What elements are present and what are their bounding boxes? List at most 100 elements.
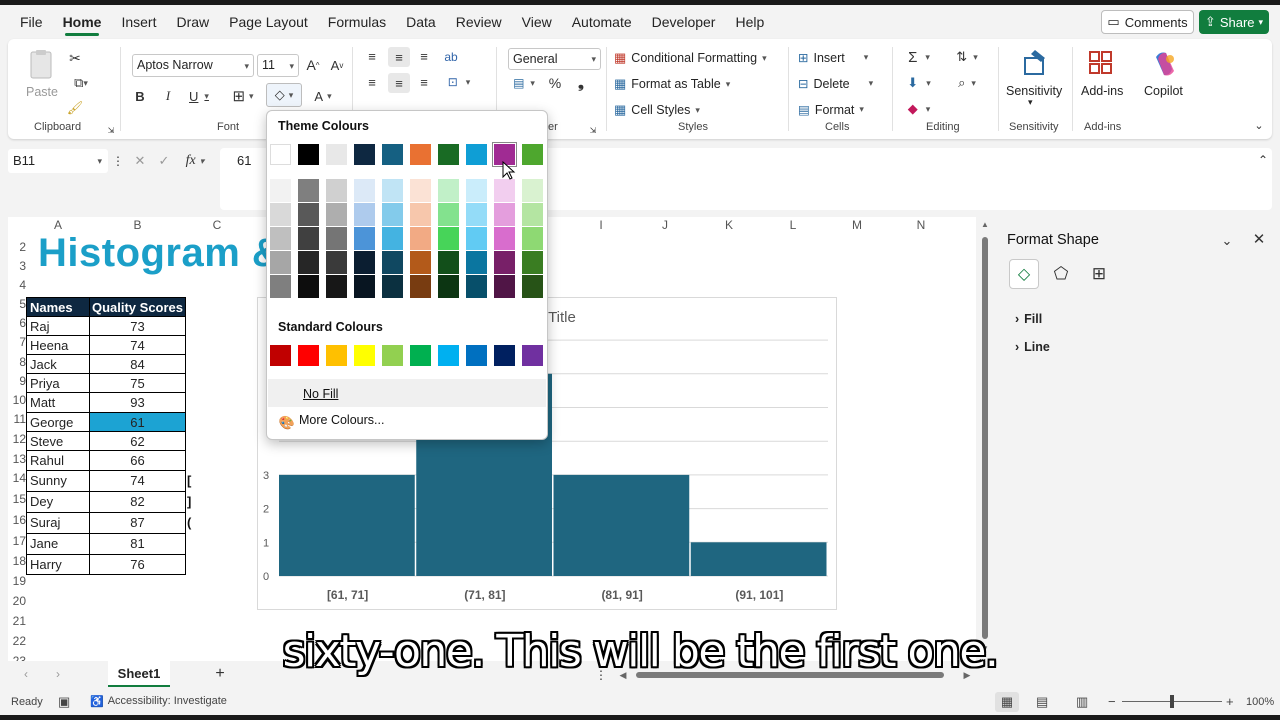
table-name-cell[interactable]: Rahul <box>26 450 90 471</box>
cancel-icon[interactable]: ✕ <box>132 153 148 169</box>
table-score-cell[interactable]: 62 <box>89 431 186 451</box>
col-c-fragment[interactable]: [ <box>187 473 191 488</box>
delete-cells-button[interactable]: ⊟ Delete ▾ <box>798 76 873 92</box>
bold-icon[interactable]: B <box>132 87 148 105</box>
sensitivity-dropdown-icon[interactable]: ▾ <box>1028 97 1033 108</box>
line-section-toggle[interactable]: › Line <box>1015 340 1050 354</box>
row-header[interactable]: 11 <box>8 412 26 426</box>
row-header[interactable]: 6 <box>8 316 26 330</box>
theme-shade-swatch[interactable] <box>354 179 375 202</box>
comments-button[interactable]: ▭ Comments <box>1101 10 1194 34</box>
align-right-icon[interactable]: ≡ <box>416 75 432 90</box>
theme-shade-swatch[interactable] <box>326 251 347 274</box>
theme-shade-swatch[interactable] <box>354 227 375 250</box>
merge-center-icon[interactable]: ⊡ ▾ <box>440 75 478 89</box>
scroll-up-icon[interactable]: ▲ <box>980 219 990 229</box>
row-header[interactable]: 14 <box>8 471 26 485</box>
theme-shade-swatch[interactable] <box>494 227 515 250</box>
row-header[interactable]: 19 <box>8 574 26 588</box>
theme-shade-swatch[interactable] <box>354 203 375 226</box>
row-header[interactable]: 15 <box>8 492 26 506</box>
table-score-cell[interactable]: 87 <box>89 512 186 534</box>
align-top-icon[interactable]: ≡ <box>364 49 380 64</box>
standard-colour-swatch[interactable] <box>438 345 459 366</box>
sensitivity-icon[interactable] <box>1020 47 1050 79</box>
theme-colour-swatch[interactable] <box>466 144 487 165</box>
theme-shade-swatch[interactable] <box>382 179 403 202</box>
conditional-formatting-button[interactable]: ▦ Conditional Formatting ▾ <box>614 50 767 66</box>
table-score-cell[interactable]: 74 <box>89 470 186 492</box>
histogram-bar[interactable] <box>279 474 415 576</box>
theme-shade-swatch[interactable] <box>270 275 291 298</box>
insert-function-icon[interactable]: fx ▾ <box>180 153 210 169</box>
theme-shade-swatch[interactable] <box>522 179 543 202</box>
column-header-k[interactable]: K <box>698 217 760 233</box>
row-header[interactable]: 3 <box>8 259 26 273</box>
theme-shade-swatch[interactable] <box>270 179 291 202</box>
zoom-slider-thumb[interactable] <box>1170 695 1174 708</box>
table-name-cell[interactable]: Harry <box>26 554 90 575</box>
autosum-icon[interactable]: Σ ▾ <box>902 48 936 66</box>
tab-developer[interactable]: Developer <box>642 5 726 39</box>
theme-shade-swatch[interactable] <box>522 251 543 274</box>
standard-colour-swatch[interactable] <box>494 345 515 366</box>
column-header-m[interactable]: M <box>826 217 888 233</box>
paste-icon[interactable] <box>26 47 56 83</box>
add-ins-button[interactable]: Add-ins <box>1081 84 1123 98</box>
theme-shade-swatch[interactable] <box>298 179 319 202</box>
table-score-cell[interactable]: 84 <box>89 354 186 374</box>
theme-shade-swatch[interactable] <box>354 251 375 274</box>
histogram-bar[interactable] <box>553 474 690 576</box>
table-score-cell[interactable]: 81 <box>89 533 186 555</box>
dialog-launcher-icon[interactable]: ⇲ <box>106 125 116 135</box>
theme-colour-swatch[interactable] <box>270 144 291 165</box>
zoom-level[interactable]: 100% <box>1246 696 1274 708</box>
sort-filter-icon[interactable]: ⇅ ▾ <box>950 48 984 66</box>
fill-line-tab-icon[interactable]: ◇ <box>1009 259 1039 289</box>
theme-shade-swatch[interactable] <box>466 227 487 250</box>
vertical-scrollbar[interactable] <box>982 237 988 639</box>
decrease-font-icon[interactable]: Av <box>328 56 346 74</box>
accessibility-button[interactable]: ♿ Accessibility: Investigate <box>90 695 227 708</box>
table-name-cell[interactable]: Sunny <box>26 470 90 492</box>
table-name-cell[interactable]: Jane <box>26 533 90 555</box>
theme-shade-swatch[interactable] <box>466 203 487 226</box>
theme-shade-swatch[interactable] <box>326 203 347 226</box>
table-score-cell[interactable]: 76 <box>89 554 186 575</box>
tab-home[interactable]: Home <box>53 5 112 39</box>
theme-colour-swatch[interactable] <box>354 144 375 165</box>
table-score-cell[interactable]: 74 <box>89 335 186 355</box>
row-header[interactable]: 13 <box>8 452 26 466</box>
format-painter-icon[interactable]: 🖌 <box>66 99 84 117</box>
table-score-cell[interactable]: 82 <box>89 491 186 513</box>
zoom-in-icon[interactable]: + <box>1226 694 1234 709</box>
theme-shade-swatch[interactable] <box>326 227 347 250</box>
theme-shade-swatch[interactable] <box>438 227 459 250</box>
row-header[interactable]: 4 <box>8 278 26 292</box>
name-box[interactable]: B11 ▾ <box>8 149 108 173</box>
align-center-icon[interactable]: ≡ <box>388 73 410 93</box>
selected-score-cell[interactable]: 61 <box>89 412 186 432</box>
theme-colour-swatch[interactable] <box>522 144 543 165</box>
theme-shade-swatch[interactable] <box>410 227 431 250</box>
enter-icon[interactable]: ✓ <box>156 153 172 169</box>
standard-colour-swatch[interactable] <box>382 345 403 366</box>
tab-view[interactable]: View <box>512 5 562 39</box>
close-icon[interactable]: ✕ <box>1251 231 1267 248</box>
theme-shade-swatch[interactable] <box>410 203 431 226</box>
theme-shade-swatch[interactable] <box>270 227 291 250</box>
theme-shade-swatch[interactable] <box>438 275 459 298</box>
table-name-cell[interactable]: Priya <box>26 373 90 393</box>
theme-shade-swatch[interactable] <box>382 251 403 274</box>
column-header-i[interactable]: I <box>570 217 632 233</box>
tab-help[interactable]: Help <box>725 5 774 39</box>
theme-shade-swatch[interactable] <box>522 227 543 250</box>
theme-shade-swatch[interactable] <box>270 251 291 274</box>
find-select-icon[interactable]: ⌕ ▾ <box>950 74 984 92</box>
row-header[interactable]: 17 <box>8 534 26 548</box>
more-colours-option[interactable]: More Colours... <box>299 413 384 427</box>
theme-shade-swatch[interactable] <box>270 203 291 226</box>
col-c-fragment[interactable]: ] <box>187 494 191 509</box>
borders-icon[interactable]: ⊞ ▾ <box>226 87 260 105</box>
macro-record-icon[interactable]: ▣ <box>58 694 70 710</box>
